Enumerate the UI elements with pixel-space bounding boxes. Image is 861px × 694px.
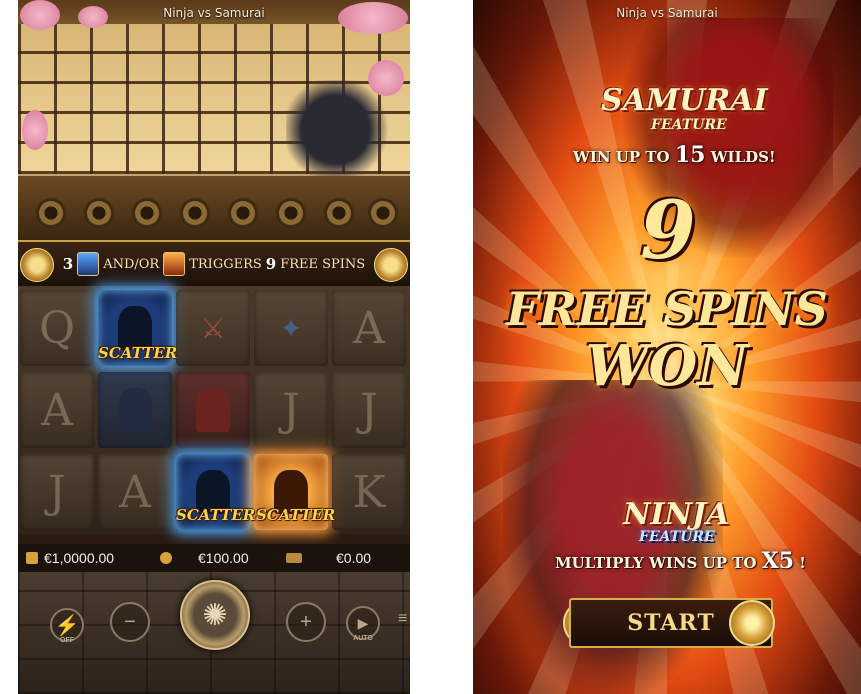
decrease-bet-button[interactable]: − xyxy=(110,602,150,642)
game-title: Ninja vs Samurai xyxy=(163,6,265,20)
free-spins-won-screen: Ninja vs Samurai SAMURAI FEATURE WIN UP … xyxy=(473,0,861,694)
win-display: €0.00 xyxy=(286,550,371,566)
ninja-icon xyxy=(118,388,152,432)
roof-tile xyxy=(132,198,162,228)
free-spins-heading: FREE SPINS xyxy=(506,282,828,336)
free-spins-won-count: 9 xyxy=(640,183,696,277)
dojo-scene xyxy=(18,0,410,240)
ninja-feature-subtitle: FEATURE xyxy=(639,529,715,545)
roof-tile xyxy=(276,198,306,228)
reel-grid: Q ⚔ ✦ A SCATTER A J J J A K SCATTER SCAT… xyxy=(18,286,410,534)
gold-medal-icon xyxy=(729,600,775,646)
gold-medal-icon xyxy=(20,248,54,282)
plus-icon: + xyxy=(300,610,312,633)
win-value: €0.00 xyxy=(336,550,372,566)
ninja-feature-title: NINJA xyxy=(623,497,730,532)
bet-display: €100.00 xyxy=(160,550,249,566)
symbol-q: Q xyxy=(20,290,94,366)
spin-swirl-icon: ✺ xyxy=(202,598,228,632)
symbol-j: J xyxy=(254,372,328,448)
game-title: Ninja vs Samurai xyxy=(616,6,718,20)
autoplay-button[interactable]: ▶ AUTO xyxy=(346,606,380,642)
wallet-icon xyxy=(26,552,38,564)
lightning-icon: ⚡ xyxy=(54,614,80,637)
win-badge-icon xyxy=(286,553,302,563)
roof-tile xyxy=(36,198,66,228)
minus-icon: − xyxy=(124,610,136,633)
auto-label: AUTO xyxy=(353,635,373,642)
samurai-wild-count: 15 xyxy=(674,142,706,168)
samurai-feature-subtitle: FEATURE xyxy=(651,117,727,133)
samurai-icon xyxy=(196,388,230,432)
play-icon: ▶ xyxy=(357,614,369,631)
trigger-count: 3 xyxy=(62,255,74,273)
free-spins-count: 9 xyxy=(265,255,277,273)
symbol-k: K xyxy=(332,454,406,530)
turbo-button[interactable]: ⚡ OFF xyxy=(50,608,84,644)
symbol-a: A xyxy=(20,372,94,448)
samurai-feature-title: SAMURAI xyxy=(601,83,768,118)
symbol-a: A xyxy=(332,290,406,366)
blue-scatter-icon xyxy=(77,252,100,276)
won-heading: WON xyxy=(585,333,749,399)
ninja-symbol xyxy=(98,372,172,448)
ninja-desc-prefix: MULTIPLY WINS UP TO xyxy=(555,554,757,572)
increase-bet-button[interactable]: + xyxy=(286,602,326,642)
balance-value: €1,0000.00 xyxy=(44,550,115,566)
spin-button[interactable]: ✺ xyxy=(180,580,250,650)
running-ninja xyxy=(286,80,396,190)
ninja-desc-suffix: ! xyxy=(799,554,806,572)
samurai-desc-suffix: WILDS! xyxy=(710,148,776,166)
roof-tile xyxy=(228,198,258,228)
symbol-j: J xyxy=(20,454,94,530)
shuriken-symbol: ✦ xyxy=(254,290,328,366)
free-spins-trigger-banner: 3 AND/OR TRIGGERS 9 FREE SPINS xyxy=(18,240,410,288)
balance-display: €1,0000.00 xyxy=(26,550,114,566)
orange-scatter-icon xyxy=(163,252,186,276)
roof-tile xyxy=(368,198,398,228)
symbol-a: A xyxy=(98,454,172,530)
menu-icon[interactable]: ≡ xyxy=(398,610,408,630)
free-spins-label: FREE SPINS xyxy=(280,256,366,272)
samurai-desc-prefix: WIN UP TO xyxy=(573,148,670,166)
balance-bar: €1,0000.00 €100.00 €0.00 xyxy=(18,544,410,572)
base-game-screen: Ninja vs Samurai 3 AND/OR TRIGGERS 9 FRE… xyxy=(18,0,410,694)
bet-value: €100.00 xyxy=(198,550,249,566)
control-panel: ⚡ OFF − ✺ + ▶ AUTO ≡ xyxy=(18,572,410,694)
cherry-blossom xyxy=(22,110,48,150)
symbol-j: J xyxy=(332,372,406,448)
gold-medal-icon xyxy=(374,248,408,282)
scatter-label: SCATTER xyxy=(98,344,178,362)
coins-icon xyxy=(160,552,172,564)
roof-tile xyxy=(180,198,210,228)
turbo-off-label: OFF xyxy=(60,637,74,644)
ninja-multiplier: X5 xyxy=(761,548,795,574)
samurai-symbol xyxy=(176,372,250,448)
andor-text: AND/OR xyxy=(103,256,160,272)
ninja-feature-description: MULTIPLY WINS UP TO X5 ! xyxy=(555,548,806,574)
roof-tile xyxy=(84,198,114,228)
swords-symbol: ⚔ xyxy=(176,290,250,366)
scatter-label: SCATTER xyxy=(256,506,336,524)
triggers-text: TRIGGERS xyxy=(189,256,262,272)
roof-tile xyxy=(324,198,354,228)
samurai-feature-description: WIN UP TO 15 WILDS! xyxy=(573,142,776,168)
scatter-label: SCATTER xyxy=(176,506,256,524)
